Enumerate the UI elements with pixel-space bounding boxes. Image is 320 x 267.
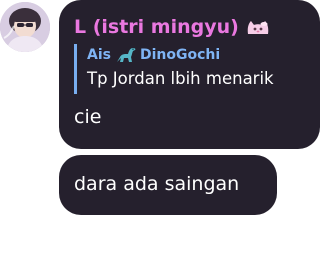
message-bubble: dara ada saingan [59, 155, 277, 215]
message-text: cie [74, 106, 102, 128]
reply-author: Ais [87, 47, 111, 63]
reply-header: Ais DinoGochi [87, 44, 310, 66]
dinosaur-icon [115, 46, 137, 64]
sender-name[interactable]: L (istri mingyu) [74, 12, 239, 42]
reply-source: DinoGochi [139, 47, 221, 63]
sender-avatar[interactable] [0, 2, 50, 52]
cat-sticker-icon [245, 18, 271, 36]
avatar-photo [0, 2, 50, 52]
sender-header: L (istri mingyu) [74, 12, 271, 42]
message-text: dara ada saingan [74, 173, 240, 195]
reply-text: Tp Jordan lbih menarik [87, 69, 274, 88]
reply-quote[interactable]: Ais DinoGochi Tp Jordan lbih menarik [74, 44, 310, 94]
message-bubble: L (istri mingyu) Ais DinoGochi Tp Jordan… [59, 0, 320, 149]
